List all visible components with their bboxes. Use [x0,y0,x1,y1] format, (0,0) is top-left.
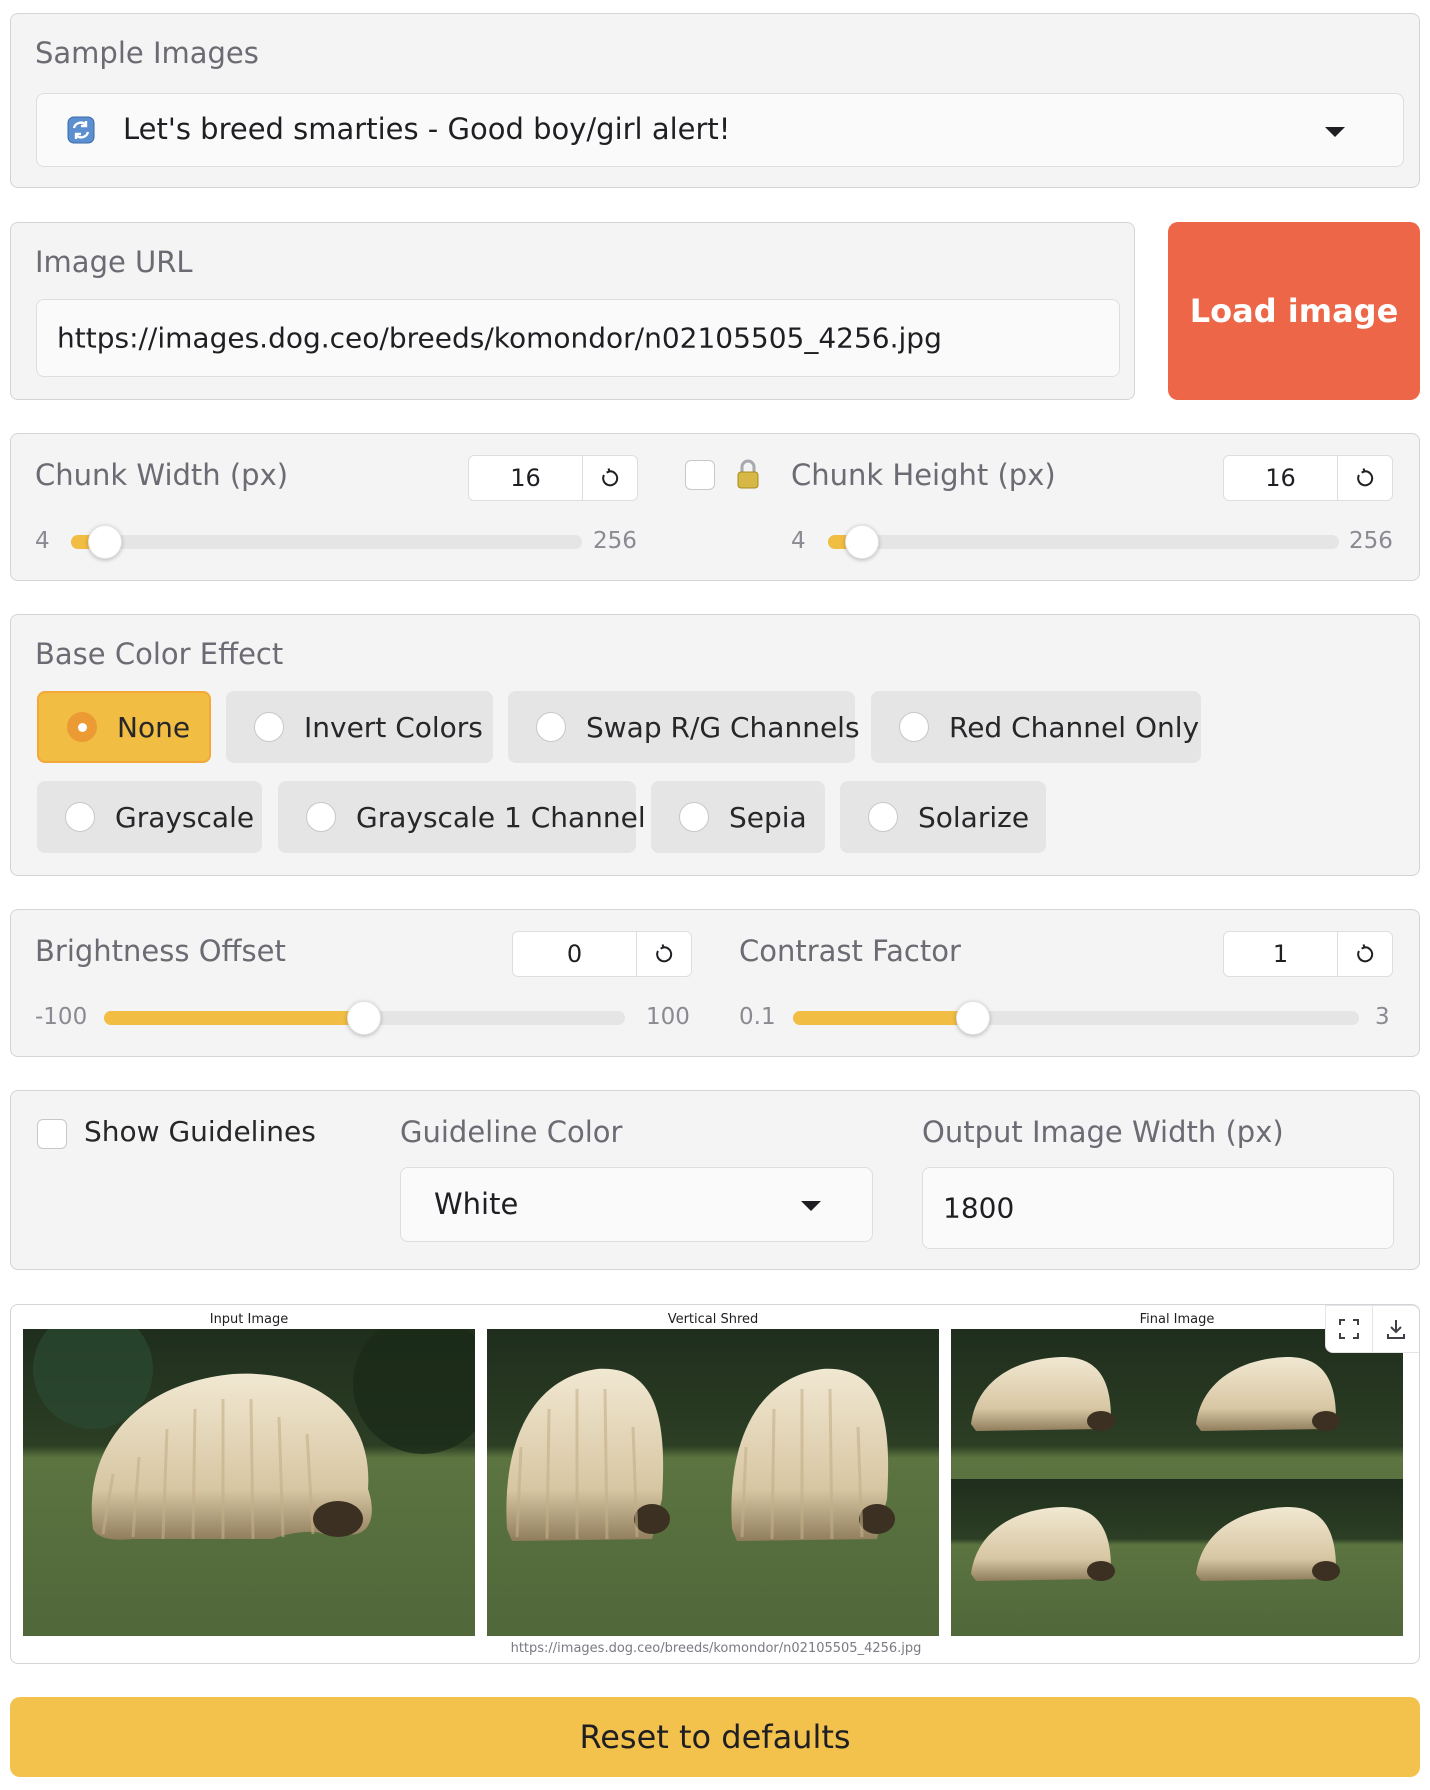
output-width-value: 1800 [943,1191,1015,1225]
guideline-color-value: White [434,1187,519,1221]
brightness-label: Brightness Offset [35,934,286,968]
effect-option-grayscale-1-channel[interactable]: Grayscale 1 Channel [278,781,646,853]
reset-icon[interactable] [637,932,691,976]
base-color-effect-panel: Base Color Effect None Invert Colors Swa… [10,614,1420,876]
effect-option-label: Sepia [729,800,807,834]
radio-icon [679,802,709,832]
show-guidelines-checkbox[interactable] [37,1119,67,1149]
effect-option-label: Red Channel Only [949,710,1200,744]
guideline-color-label: Guideline Color [400,1115,623,1149]
contrast-slider[interactable] [793,1001,1359,1035]
chunk-height-slider-thumb[interactable] [845,525,879,559]
refresh-icon [67,116,95,144]
contrast-slider-fill [793,1011,973,1025]
chunk-width-max: 256 [593,528,637,554]
reset-icon[interactable] [583,456,637,500]
radio-icon [65,802,95,832]
base-color-effect-label: Base Color Effect [35,637,284,671]
brightness-value[interactable]: 0 [513,932,637,976]
chunk-width-label: Chunk Width (px) [35,458,289,492]
output-width-label: Output Image Width (px) [922,1115,1284,1149]
effect-option-label: Swap R/G Channels [586,710,860,744]
chunk-height-label: Chunk Height (px) [791,458,1056,492]
image-caption: https://images.dog.ceo/breeds/komondor/n… [510,1641,922,1656]
brightness-min: -100 [35,1004,88,1030]
radio-icon [868,802,898,832]
vertical-shred-image[interactable] [487,1329,939,1636]
sample-images-panel: Sample Images Let's breed smarties - Goo… [10,13,1420,188]
brightness-stepper[interactable]: 0 [512,931,692,977]
contrast-min: 0.1 [739,1004,776,1030]
effect-option-sepia[interactable]: Sepia [651,781,825,853]
chunk-width-slider[interactable] [71,525,582,559]
radio-selected-icon [67,712,97,742]
image-url-value: https://images.dog.ceo/breeds/komondor/n… [57,321,942,355]
output-width-input[interactable]: 1800 [922,1167,1394,1249]
contrast-max: 3 [1375,1004,1390,1030]
effect-option-swap-rg[interactable]: Swap R/G Channels [508,691,860,763]
load-image-button[interactable]: Load image [1168,222,1420,400]
chunk-height-value[interactable]: 16 [1224,456,1338,500]
chunk-size-panel: Chunk Width (px) 16 4 256 Chunk Height (… [10,433,1420,581]
effect-option-label: Grayscale [115,800,255,834]
effect-option-label: Grayscale 1 Channel [356,800,646,834]
sample-images-label: Sample Images [35,36,259,70]
chunk-height-stepper[interactable]: 16 [1223,455,1393,501]
contrast-slider-thumb[interactable] [956,1001,990,1035]
reset-icon[interactable] [1338,456,1392,500]
chunk-height-min: 4 [791,528,806,554]
effect-option-label: Invert Colors [304,710,483,744]
radio-icon [254,712,284,742]
chunk-width-value[interactable]: 16 [469,456,583,500]
effect-option-solarize[interactable]: Solarize [840,781,1046,853]
contrast-label: Contrast Factor [739,934,961,968]
lock-icon [735,458,761,490]
input-image-title: Input Image [209,1312,289,1327]
guideline-color-dropdown[interactable]: White [400,1167,873,1242]
sample-images-value: Let's breed smarties - Good boy/girl ale… [123,112,731,146]
chunk-height-max: 256 [1349,528,1393,554]
image-url-panel: Image URL https://images.dog.ceo/breeds/… [10,222,1135,400]
vertical-shred-title: Vertical Shred [667,1312,759,1327]
chunk-height-slider[interactable] [828,525,1339,559]
brightness-slider[interactable] [104,1001,625,1035]
brightness-slider-thumb[interactable] [347,1001,381,1035]
image-gallery: Input Image Vertical Shred Final Image h… [10,1304,1420,1664]
chunk-width-stepper[interactable]: 16 [468,455,638,501]
contrast-stepper[interactable]: 1 [1223,931,1393,977]
aspect-lock-checkbox[interactable] [685,460,715,490]
adjustments-panel: Brightness Offset 0 -100 100 Contrast Fa… [10,909,1420,1057]
reset-defaults-button[interactable]: Reset to defaults [10,1697,1420,1777]
input-image[interactable] [23,1329,475,1636]
sample-images-dropdown[interactable]: Let's breed smarties - Good boy/girl ale… [36,93,1404,167]
chunk-width-min: 4 [35,528,50,554]
effect-option-none[interactable]: None [37,691,211,763]
chevron-down-icon [1325,127,1345,137]
effect-option-grayscale[interactable]: Grayscale [37,781,262,853]
brightness-max: 100 [646,1004,690,1030]
image-url-input[interactable]: https://images.dog.ceo/breeds/komondor/n… [36,299,1120,377]
show-guidelines-label[interactable]: Show Guidelines [84,1115,316,1148]
fullscreen-icon[interactable] [1325,1305,1373,1353]
radio-icon [536,712,566,742]
radio-icon [306,802,336,832]
brightness-slider-fill [104,1011,364,1025]
chunk-width-slider-thumb[interactable] [88,525,122,559]
chevron-down-icon [801,1201,821,1211]
download-icon[interactable] [1372,1305,1419,1353]
effect-option-red-channel-only[interactable]: Red Channel Only [871,691,1201,763]
effect-option-invert-colors[interactable]: Invert Colors [226,691,493,763]
image-url-label: Image URL [35,245,193,279]
effect-option-label: None [117,710,191,744]
contrast-value[interactable]: 1 [1224,932,1338,976]
effect-option-label: Solarize [918,800,1030,834]
reset-icon[interactable] [1338,932,1392,976]
final-image[interactable] [951,1329,1403,1636]
radio-icon [899,712,929,742]
output-settings-panel: Show Guidelines Guideline Color White Ou… [10,1090,1420,1270]
